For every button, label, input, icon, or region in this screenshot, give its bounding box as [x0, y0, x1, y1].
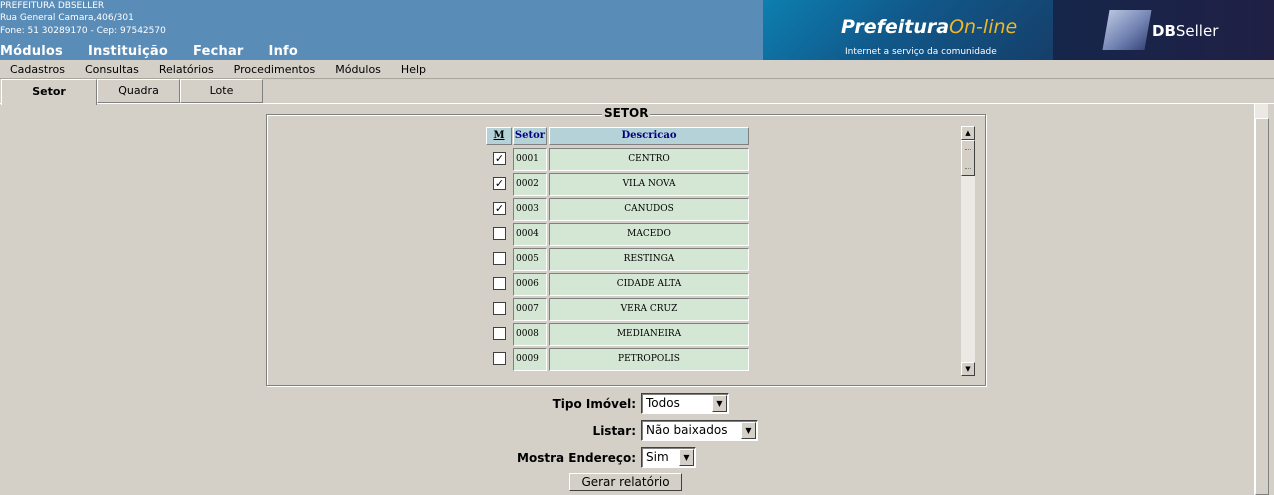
row-select-cell: ✓ [486, 197, 512, 221]
org-address: Rua General Camara,406/301 [0, 13, 134, 23]
checkbox[interactable] [493, 302, 506, 315]
setor-description-cell[interactable]: VILA NOVA [549, 173, 749, 196]
table-row: ✓ 0002 VILA NOVA [485, 172, 753, 197]
setor-description-cell[interactable]: RESTINGA [549, 248, 749, 271]
header-banner: PrefeituraOn-line Internet a serviço da … [763, 0, 1274, 60]
menu-cadastros[interactable]: Cadastros [10, 63, 65, 76]
setor-grid: M Setor Descricao ✓ 0001 CENTRO ✓ 0002 VILA N… [485, 127, 753, 376]
row-select-cell [486, 322, 512, 346]
listar-select[interactable]: Não baixados ▼ [641, 420, 758, 441]
chevron-down-icon[interactable]: ▼ [712, 395, 727, 412]
page-scrollbar-thumb[interactable] [1255, 118, 1269, 495]
setor-code-cell[interactable]: 0008 [513, 323, 547, 346]
setor-code-cell[interactable]: 0004 [513, 223, 547, 246]
scroll-down-icon[interactable]: ▼ [961, 362, 975, 376]
header-menu-modulos[interactable]: Módulos [0, 44, 63, 59]
mostra-endereco-select[interactable]: Sim ▼ [641, 447, 696, 468]
app-header: PREFEITURA DBSELLER Rua General Camara,4… [0, 0, 1274, 60]
tipo-imovel-label: Tipo Imóvel: [552, 397, 636, 411]
column-header-setor: Setor [513, 127, 547, 145]
row-select-cell [486, 222, 512, 246]
tab-quadra[interactable]: Quadra [97, 79, 180, 103]
grid-scrollbar[interactable]: ▲ ▼ [961, 126, 975, 376]
tipo-imovel-select[interactable]: Todos ▼ [641, 393, 729, 414]
table-row: 0005 RESTINGA [485, 247, 753, 272]
menu-help[interactable]: Help [401, 63, 426, 76]
tipo-imovel-value: Todos [646, 396, 680, 410]
prefeitura-online-logo: PrefeituraOn-line [841, 16, 1017, 38]
menu-bar: Cadastros Consultas Relatórios Procedime… [0, 60, 1274, 79]
mostra-endereco-label: Mostra Endereço: [517, 451, 636, 465]
setor-code-cell[interactable]: 0001 [513, 148, 547, 171]
setor-description-cell[interactable]: CANUDOS [549, 198, 749, 221]
table-row: ✓ 0001 CENTRO [485, 147, 753, 172]
setor-code-cell[interactable]: 0002 [513, 173, 547, 196]
db-logo-rest: Seller [1175, 22, 1219, 40]
row-select-cell [486, 247, 512, 271]
brand-main: Prefeitura [841, 16, 950, 38]
header-menu-fechar[interactable]: Fechar [193, 44, 244, 59]
brand-tagline: Internet a serviço da comunidade [845, 47, 997, 57]
setor-description-cell[interactable]: PETROPOLIS [549, 348, 749, 371]
checkbox[interactable] [493, 227, 506, 240]
setor-description-cell[interactable]: CENTRO [549, 148, 749, 171]
db-logo-bold: DB [1152, 22, 1176, 40]
checkbox[interactable] [493, 252, 506, 265]
fieldset-legend: SETOR [602, 106, 651, 120]
setor-description-cell[interactable]: VERA CRUZ [549, 298, 749, 321]
table-row: 0008 MEDIANEIRA [485, 322, 753, 347]
checkbox[interactable] [493, 277, 506, 290]
checkbox-checked[interactable]: ✓ [493, 177, 506, 190]
listar-label: Listar: [592, 424, 636, 438]
table-row: 0009 PETROPOLIS [485, 347, 753, 372]
table-row: 0006 CIDADE ALTA [485, 272, 753, 297]
scroll-up-icon[interactable]: ▲ [961, 126, 975, 140]
org-name: PREFEITURA DBSELLER [0, 1, 105, 11]
setor-description-cell[interactable]: MACEDO [549, 223, 749, 246]
org-phone: Fone: 51 30289170 - Cep: 97542570 [0, 26, 166, 36]
setor-code-cell[interactable]: 0006 [513, 273, 547, 296]
table-row: ✓ 0003 CANUDOS [485, 197, 753, 222]
row-select-cell [486, 297, 512, 321]
chevron-down-icon[interactable]: ▼ [741, 422, 756, 439]
chevron-down-icon[interactable]: ▼ [679, 449, 694, 466]
grip-icon [965, 149, 971, 169]
setor-description-cell[interactable]: MEDIANEIRA [549, 323, 749, 346]
checkbox[interactable] [493, 327, 506, 340]
menu-modulos[interactable]: Módulos [335, 63, 381, 76]
tab-setor[interactable]: Setor [1, 79, 97, 105]
checkbox[interactable] [493, 352, 506, 365]
mostra-endereco-value: Sim [646, 450, 669, 464]
dbseller-logo-text: DBSeller [1152, 22, 1218, 40]
row-select-cell [486, 272, 512, 296]
grid-scrollbar-thumb[interactable] [961, 140, 975, 176]
row-select-cell: ✓ [486, 147, 512, 171]
header-menu-instituicao[interactable]: Instituição [88, 44, 168, 59]
row-select-cell: ✓ [486, 172, 512, 196]
header-menu: Módulos Instituição Fechar Info [0, 44, 323, 59]
menu-consultas[interactable]: Consultas [85, 63, 139, 76]
setor-description-cell[interactable]: CIDADE ALTA [549, 273, 749, 296]
header-menu-info[interactable]: Info [269, 44, 298, 59]
setor-code-cell[interactable]: 0009 [513, 348, 547, 371]
row-select-cell [486, 347, 512, 371]
tab-lote[interactable]: Lote [180, 79, 263, 103]
setor-code-cell[interactable]: 0005 [513, 248, 547, 271]
table-row: 0004 MACEDO [485, 222, 753, 247]
page-scrollbar[interactable] [1254, 104, 1269, 495]
setor-code-cell[interactable]: 0007 [513, 298, 547, 321]
menu-relatorios[interactable]: Relatórios [159, 63, 214, 76]
table-row: 0007 VERA CRUZ [485, 297, 753, 322]
menu-procedimentos[interactable]: Procedimentos [234, 63, 316, 76]
column-header-m[interactable]: M [486, 127, 512, 145]
brand-online: On-line [949, 16, 1018, 38]
setor-code-cell[interactable]: 0003 [513, 198, 547, 221]
checkbox-checked[interactable]: ✓ [493, 202, 506, 215]
checkbox-checked[interactable]: ✓ [493, 152, 506, 165]
listar-value: Não baixados [646, 423, 728, 437]
column-header-descricao: Descricao [549, 127, 749, 145]
gerar-relatorio-button[interactable]: Gerar relatório [569, 473, 682, 491]
dbseller-logo-icon [1102, 10, 1152, 50]
